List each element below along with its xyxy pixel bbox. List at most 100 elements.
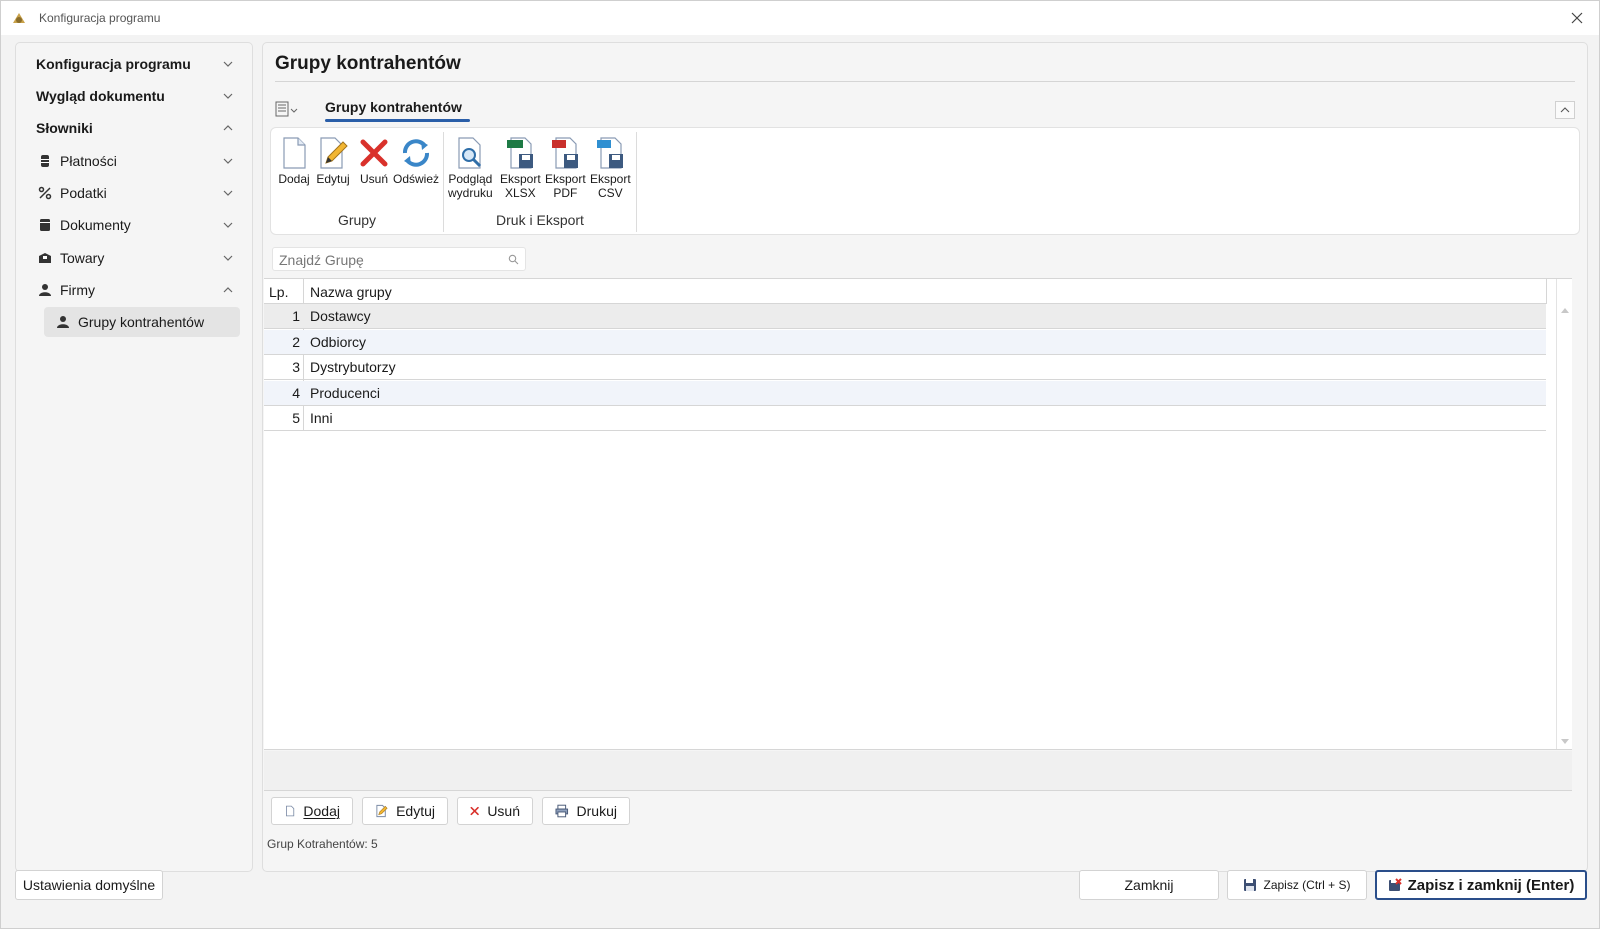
table-row[interactable]: 5 Inni	[264, 406, 1546, 431]
sidebar-item-wyglad-dokumentu[interactable]: Wygląd dokumentu	[16, 81, 252, 111]
chevron-up-icon	[223, 287, 233, 293]
sidebar-item-konfiguracja-programu[interactable]: Konfiguracja programu	[16, 49, 252, 79]
sidebar-item-label: Dokumenty	[60, 217, 131, 233]
sidebar-item-label: Podatki	[60, 185, 107, 201]
sidebar-item-label: Konfiguracja programu	[36, 56, 191, 72]
button-label: Zapisz i zamknij (Enter)	[1407, 876, 1575, 894]
payment-icon	[41, 155, 49, 167]
scroll-up-icon[interactable]	[1561, 307, 1569, 313]
print-button[interactable]: Drukuj	[542, 797, 630, 825]
sidebar-item-dokumenty[interactable]: Dokumenty	[16, 210, 252, 240]
chevron-down-icon	[223, 222, 233, 228]
save-button[interactable]: Zapisz (Ctrl + S)	[1227, 870, 1367, 900]
close-button[interactable]: Zamknij	[1079, 870, 1219, 900]
main-panel: Grupy kontrahentów Grupy kontrahentów Do…	[262, 42, 1588, 872]
table-header: Lp. Nazwa grupy	[264, 279, 1546, 304]
sidebar-item-podatki[interactable]: Podatki	[16, 178, 252, 208]
save-close-icon	[1388, 878, 1402, 891]
delete-x-icon	[470, 806, 479, 816]
page-title: Grupy kontrahentów	[275, 53, 461, 74]
groups-table: Lp. Nazwa grupy 1 Dostawcy 2 Odbiorcy 3 …	[264, 278, 1572, 750]
button-label: Zapisz (Ctrl + S)	[1263, 878, 1351, 892]
group-count-text: Grup Kotrahentów: 5	[267, 837, 378, 851]
new-document-icon	[286, 805, 295, 817]
table-row[interactable]: 4 Producenci	[264, 381, 1546, 406]
column-divider	[1546, 279, 1547, 304]
edit-document-icon	[320, 137, 348, 169]
column-header-nazwa-grupy[interactable]: Nazwa grupy	[310, 284, 392, 300]
ribbon-menu-icon[interactable]	[275, 101, 299, 117]
tab-grupy-kontrahentow[interactable]: Grupy kontrahentów	[325, 99, 462, 115]
ribbon-edit-button[interactable]: Edytuj	[316, 136, 350, 186]
chevron-up-icon	[1560, 107, 1570, 113]
ribbon-add-button[interactable]: Dodaj	[277, 136, 311, 186]
scroll-down-icon[interactable]	[1561, 739, 1569, 745]
sidebar-item-label: Płatności	[60, 153, 117, 169]
sidebar: Konfiguracja programu Wygląd dokumentu S…	[15, 42, 253, 872]
ribbon-button-label: Dodaj	[278, 172, 310, 186]
button-label: Ustawienia domyślne	[22, 877, 156, 893]
button-label: Edytuj	[396, 803, 435, 819]
export-csv-icon	[597, 137, 624, 169]
ribbon-export-csv-button[interactable]: Eksport CSV	[590, 136, 631, 200]
refresh-icon	[403, 139, 429, 167]
document-icon	[40, 219, 50, 231]
ribbon-refresh-button[interactable]: Odśwież	[393, 136, 439, 186]
cell-lp: 2	[292, 334, 300, 350]
button-label: Drukuj	[576, 803, 617, 819]
print-preview-icon	[458, 137, 482, 169]
sidebar-item-label: Firmy	[60, 282, 95, 298]
button-label: Dodaj	[303, 803, 340, 819]
sidebar-item-towary[interactable]: Towary	[16, 243, 252, 273]
chevron-down-icon	[223, 158, 233, 164]
percent-icon	[38, 186, 52, 200]
delete-x-icon	[360, 139, 388, 167]
box-icon	[39, 253, 51, 263]
table-footer	[264, 751, 1572, 791]
cell-name: Dostawcy	[310, 308, 371, 324]
add-button[interactable]: Dodaj	[271, 797, 353, 825]
sidebar-item-firmy[interactable]: Firmy	[16, 275, 252, 305]
close-window-button[interactable]	[1563, 5, 1591, 31]
person-icon	[57, 316, 69, 328]
tab-active-indicator	[325, 119, 470, 122]
ribbon-export-pdf-button[interactable]: Eksport PDF	[545, 136, 586, 200]
edit-button[interactable]: Edytuj	[362, 797, 448, 825]
sidebar-item-platnosci[interactable]: Płatności	[16, 146, 252, 176]
default-settings-button[interactable]: Ustawienia domyślne	[15, 870, 163, 900]
search-input[interactable]	[279, 251, 499, 268]
ribbon-group-label-druk-eksport: Druk i Eksport	[496, 212, 584, 228]
sidebar-item-label: Grupy kontrahentów	[78, 314, 205, 330]
person-icon	[39, 284, 51, 296]
close-icon	[1571, 12, 1583, 24]
table-row[interactable]: 2 Odbiorcy	[264, 330, 1546, 355]
ribbon-button-label: Edytuj	[316, 172, 350, 186]
sidebar-item-slowniki[interactable]: Słowniki	[16, 113, 252, 143]
chevron-down-icon	[223, 93, 233, 99]
delete-button[interactable]: Usuń	[457, 797, 533, 825]
export-pdf-icon	[552, 137, 579, 169]
ribbon-button-label: Odśwież	[393, 172, 440, 186]
export-xlsx-icon	[507, 137, 534, 169]
vertical-scrollbar[interactable]	[1556, 279, 1572, 749]
ribbon-delete-button[interactable]: Usuń	[357, 136, 391, 186]
cell-name: Producenci	[310, 385, 381, 401]
table-row[interactable]: 1 Dostawcy	[264, 304, 1546, 329]
title-divider	[275, 81, 1575, 82]
ribbon-collapse-button[interactable]	[1555, 101, 1575, 119]
cell-name: Odbiorcy	[310, 334, 367, 350]
ribbon-export-xlsx-button[interactable]: Eksport XLSX	[500, 136, 541, 200]
ribbon-button-label: Eksport XLSX	[500, 172, 541, 200]
sidebar-item-grupy-kontrahentow[interactable]: Grupy kontrahentów	[44, 307, 240, 337]
cell-lp: 4	[292, 385, 300, 401]
chevron-down-icon	[223, 255, 233, 261]
sidebar-item-label: Wygląd dokumentu	[36, 88, 165, 104]
ribbon-print-preview-button[interactable]: Podgląd wydruku	[448, 136, 493, 200]
ribbon-button-label: Eksport CSV	[590, 172, 631, 200]
column-header-lp[interactable]: Lp.	[269, 284, 288, 300]
edit-icon	[376, 804, 388, 818]
save-and-close-button[interactable]: Zapisz i zamknij (Enter)	[1375, 870, 1587, 900]
ribbon-group-separator	[636, 132, 637, 232]
table-row[interactable]: 3 Dystrybutorzy	[264, 355, 1546, 380]
button-label: Zamknij	[1124, 877, 1174, 893]
